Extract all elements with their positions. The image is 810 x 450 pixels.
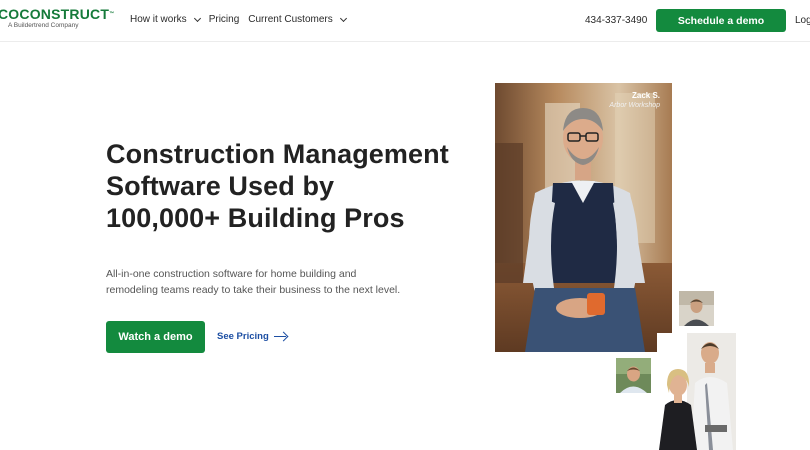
nav-pricing[interactable]: Pricing <box>209 14 240 25</box>
hero-headline: Construction Management Software Used by… <box>106 138 486 234</box>
arrow-right-icon <box>273 332 288 342</box>
phone-link[interactable]: 434-337-3490 <box>585 15 647 26</box>
hero-subtext: All-in-one construction software for hom… <box>106 266 406 298</box>
chevron-down-icon <box>193 14 201 22</box>
nav-how-it-works[interactable]: How it works <box>130 14 201 25</box>
chevron-down-icon <box>339 14 347 22</box>
customer-thumbnail <box>616 358 651 393</box>
customer-thumbnail-illustration <box>679 291 714 326</box>
customer-thumbnail-illustration <box>657 333 736 450</box>
see-pricing-link[interactable]: See Pricing <box>217 331 288 342</box>
nav-label: Current Customers <box>248 14 333 25</box>
logo-wordmark: COCONSTRUCT <box>0 6 110 22</box>
watch-demo-button[interactable]: Watch a demo <box>106 321 205 353</box>
coconstruct-logo[interactable]: COCONSTRUCT™ A Buildertrend Company <box>0 7 114 29</box>
nav-label: How it works <box>130 14 187 25</box>
customer-photo-illustration <box>495 83 672 352</box>
site-header: COCONSTRUCT™ A Buildertrend Company How … <box>0 0 810 42</box>
testimonial-company: Arbor Workshop <box>609 102 660 109</box>
customer-thumbnail <box>679 291 714 326</box>
logo-trademark: ™ <box>109 11 115 17</box>
schedule-demo-button[interactable]: Schedule a demo <box>656 9 786 32</box>
main-nav: How it works Pricing Current Customers <box>130 14 355 25</box>
see-pricing-label: See Pricing <box>217 331 269 342</box>
headline-line: Construction Management <box>106 139 449 169</box>
logo-tagline: A Buildertrend Company <box>8 22 79 29</box>
testimonial-name: Zack S. <box>631 91 660 100</box>
subtext-line: remodeling teams ready to take their bus… <box>106 284 401 296</box>
customer-thumbnail-illustration <box>616 358 651 393</box>
headline-line: Software Used by <box>106 171 335 201</box>
subtext-line: All-in-one construction software for hom… <box>106 268 357 280</box>
login-link[interactable]: Log <box>795 15 810 26</box>
customer-thumbnail <box>657 333 736 450</box>
nav-current-customers[interactable]: Current Customers <box>248 14 347 25</box>
nav-label: Pricing <box>208 14 240 25</box>
headline-line: 100,000+ Building Pros <box>106 203 405 233</box>
customer-photo: Zack S. Arbor Workshop <box>495 83 672 352</box>
